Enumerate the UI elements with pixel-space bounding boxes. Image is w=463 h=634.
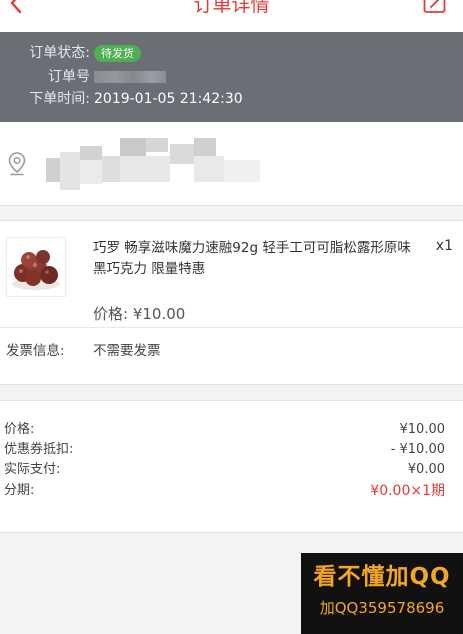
status-badge: 待发货 bbox=[94, 45, 141, 62]
summary-label: 实际支付: bbox=[4, 462, 61, 477]
status-value: 待发货 bbox=[94, 42, 141, 64]
summary-value: ¥10.00 bbox=[399, 422, 446, 437]
chocolate-truffle-image bbox=[12, 250, 60, 290]
watermark-banner: 看不懂加QQ 加QQ359578696 bbox=[301, 553, 463, 634]
installment-value: ¥0.00×1期 bbox=[370, 483, 445, 499]
invoice-value: 不需要发票 bbox=[93, 343, 161, 359]
location-pin-icon bbox=[8, 152, 26, 176]
summary-label: 分期: bbox=[4, 483, 35, 498]
page-title: 订单详情 bbox=[193, 0, 270, 16]
invoice-label: 发票信息: bbox=[6, 343, 65, 359]
shipping-address-section[interactable] bbox=[0, 122, 463, 206]
order-status-panel: 订单状态: 待发货 订单号 下单时间: 2019-01-05 21:42:30 bbox=[0, 32, 463, 122]
summary-value: - ¥10.00 bbox=[390, 442, 445, 457]
summary-row-price: 价格: ¥10.00 bbox=[0, 421, 463, 439]
redaction-block bbox=[94, 71, 166, 83]
product-name[interactable]: 巧罗 畅享滋味魔力速融92g 轻手工可可脂松露形原味黑巧克力 限量特惠 bbox=[93, 238, 423, 280]
product-card[interactable]: 巧罗 畅享滋味魔力速融92g 轻手工可可脂松露形原味黑巧克力 限量特惠 x1 价… bbox=[0, 220, 463, 385]
status-row: 订单状态: 待发货 bbox=[0, 42, 463, 64]
edit-icon[interactable] bbox=[423, 0, 447, 14]
summary-row-paid: 实际支付: ¥0.00 bbox=[0, 461, 463, 479]
payment-summary: 价格: ¥10.00 优惠券抵扣: - ¥10.00 实际支付: ¥0.00 分… bbox=[0, 400, 463, 533]
status-label: 订单状态: bbox=[29, 45, 90, 61]
summary-value: ¥0.00 bbox=[407, 462, 445, 477]
top-nav-bar: 订单详情 bbox=[0, 0, 463, 32]
summary-row-installment: 分期: ¥0.00×1期 bbox=[0, 482, 463, 500]
product-price: 价格: ¥10.00 bbox=[93, 305, 186, 323]
order-time-value: 2019-01-05 21:42:30 bbox=[94, 91, 243, 107]
summary-label: 价格: bbox=[4, 422, 35, 437]
order-number-label: 订单号 bbox=[48, 69, 90, 85]
product-quantity: x1 bbox=[435, 238, 453, 254]
order-number-value-redacted bbox=[94, 66, 166, 90]
watermark-line-1: 看不懂加QQ bbox=[313, 564, 451, 590]
summary-row-coupon: 优惠券抵扣: - ¥10.00 bbox=[0, 441, 463, 459]
order-time-row: 下单时间: 2019-01-05 21:42:30 bbox=[0, 88, 463, 110]
summary-label: 优惠券抵扣: bbox=[4, 442, 74, 457]
divider bbox=[0, 327, 463, 328]
watermark-line-2: 加QQ359578696 bbox=[319, 599, 445, 617]
order-time-label: 下单时间: bbox=[29, 91, 90, 107]
product-thumbnail[interactable] bbox=[6, 237, 66, 297]
order-number-row: 订单号 bbox=[0, 66, 463, 88]
